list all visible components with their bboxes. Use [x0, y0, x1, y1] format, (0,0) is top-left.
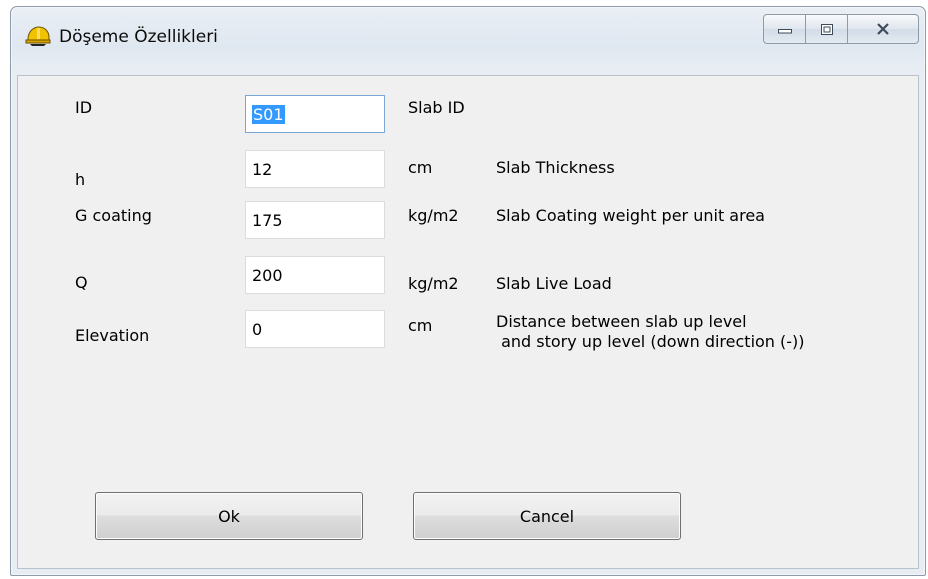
maximize-button[interactable]	[806, 15, 848, 43]
elevation-label: Elevation	[75, 326, 150, 345]
q-label: Q	[75, 273, 88, 292]
coating-weight-unit: kg/m2	[408, 206, 459, 225]
thickness-field[interactable]	[245, 150, 385, 188]
id-field-value: S01	[252, 104, 285, 124]
cancel-button[interactable]: Cancel	[413, 492, 681, 540]
minimize-button[interactable]	[764, 15, 806, 43]
dialog-client-area: ID S01 Slab ID h cm Slab Thickness G coa…	[17, 75, 919, 569]
id-label: ID	[75, 98, 93, 117]
elevation-description-line2: and story up level (down direction (-))	[496, 332, 805, 351]
live-load-field[interactable]	[245, 256, 385, 294]
title-bar[interactable]: Döşeme Özellikleri	[11, 7, 925, 75]
elevation-description-line1: Distance between slab up level	[496, 312, 747, 331]
helmet-icon	[25, 26, 51, 46]
window-title: Döşeme Özellikleri	[59, 27, 218, 47]
id-description: Slab ID	[408, 98, 465, 117]
caption-buttons	[763, 14, 919, 44]
cancel-button-label: Cancel	[519, 506, 575, 526]
id-field[interactable]: S01	[245, 95, 385, 133]
thickness-description: Slab Thickness	[496, 158, 615, 177]
minimize-icon	[777, 29, 792, 34]
coating-weight-field[interactable]	[245, 201, 385, 239]
elevation-field[interactable]	[245, 310, 385, 348]
elevation-unit: cm	[408, 316, 433, 335]
live-load-unit: kg/m2	[408, 274, 459, 293]
thickness-unit: cm	[408, 158, 433, 177]
close-icon	[877, 23, 889, 35]
ok-button[interactable]: Ok	[95, 492, 363, 540]
close-button[interactable]	[848, 15, 918, 43]
maximize-icon	[820, 23, 833, 35]
h-label: h	[75, 170, 86, 189]
ok-button-label: Ok	[218, 506, 240, 526]
live-load-description: Slab Live Load	[496, 274, 612, 293]
g-coating-label: G coating	[75, 206, 152, 225]
coating-weight-description: Slab Coating weight per unit area	[496, 206, 765, 225]
dialog-window: Döşeme Özellikleri ID S01 Slab ID h 12 c…	[10, 6, 926, 576]
